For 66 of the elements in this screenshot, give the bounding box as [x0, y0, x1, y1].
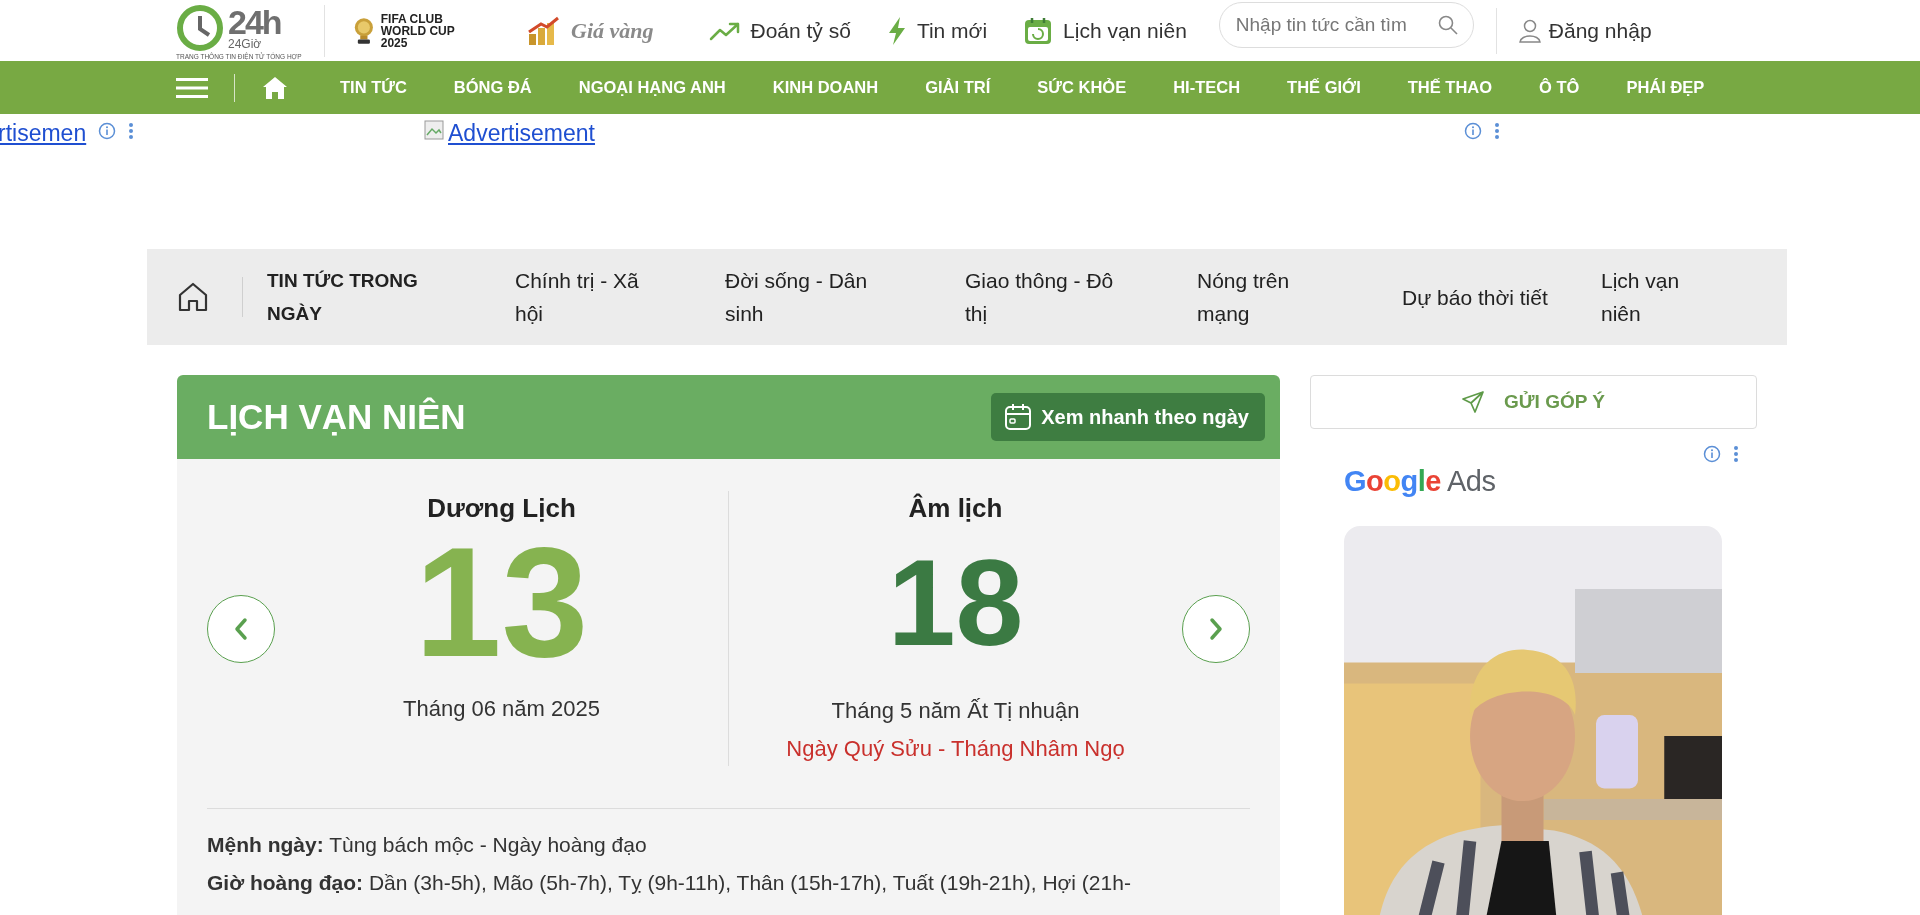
nav-link[interactable]: THẾ GIỚI [1287, 78, 1361, 97]
more-options-icon [128, 122, 135, 140]
clock-icon [176, 3, 224, 52]
calendar-heading: Âm lịch [908, 493, 1003, 524]
ad-link[interactable]: rtisemen [0, 120, 87, 147]
solar-month-year: Tháng 06 năm 2025 [403, 696, 600, 722]
nav-link[interactable]: TIN TỨC [340, 78, 407, 97]
calendar-icon [1023, 15, 1054, 46]
section-link[interactable]: Chính trị - Xã hội [515, 264, 711, 330]
nav-link[interactable]: PHÁI ĐẸP [1626, 78, 1705, 97]
nav-link[interactable]: Ô TÔ [1539, 78, 1580, 97]
logo-name: 24Giờ [228, 37, 263, 50]
chevron-left-icon [234, 616, 248, 641]
detail-line: Giờ hoàng đạo: Dần (3h-5h), Mão (5h-7h), Tỵ (9h-11h), Thân (15h-17h), Tuất (19h-21h), Hợi (21h- [207, 870, 1132, 896]
menu-button[interactable] [176, 77, 208, 98]
feedback-button[interactable]: GỬI GÓP Ý [1310, 375, 1757, 429]
trending-up-icon [708, 20, 741, 41]
nav-link[interactable]: THẾ THAO [1407, 78, 1493, 97]
section-link[interactable]: Dự báo thời tiết [1402, 280, 1598, 314]
header-link[interactable]: Lịch vạn niên [1023, 15, 1187, 46]
header-link[interactable]: Đoán tỷ số [708, 18, 851, 43]
nav-link[interactable]: GIẢI TRÍ [925, 78, 991, 97]
login-link[interactable]: Đăng nhập [1518, 18, 1652, 43]
header-link[interactable]: Tin mới [886, 15, 988, 46]
nav-link[interactable]: HI-TECH [1173, 78, 1241, 97]
logo-mark[interactable]: 24h [228, 5, 281, 38]
quick-view-button[interactable]: Xem nhanh theo ngày [991, 393, 1265, 441]
info-icon [1703, 445, 1721, 463]
lunar-day-number: 18 [887, 542, 1024, 673]
info-icon [1464, 122, 1482, 140]
search-icon [1437, 14, 1458, 35]
bar-chart-icon [527, 15, 561, 46]
nav-link[interactable]: NGOẠI HẠNG ANH [578, 78, 726, 97]
header-link[interactable]: FIFA CLUB WORLD CUP 2025 [353, 8, 483, 53]
nav-link[interactable]: BÓNG ĐÁ [453, 78, 532, 97]
nav-link[interactable]: SỨC KHỎE [1037, 78, 1127, 97]
home-icon [177, 282, 209, 312]
user-icon [1518, 18, 1541, 43]
nav-link[interactable]: KINH DOANH [772, 78, 879, 97]
detail-line: Mệnh ngày: Tùng bách mộc - Ngày hoàng đạo [207, 832, 648, 858]
lightning-icon [886, 15, 907, 46]
lunar-month-year: Tháng 5 năm Ất Tị nhuận [831, 698, 1080, 724]
section-link[interactable]: Lịch vạn niên [1601, 264, 1751, 330]
search-field[interactable]: Nhập tin tức cần tìm [1218, 1, 1474, 48]
home-button[interactable] [262, 75, 288, 100]
chevron-right-icon [1209, 616, 1223, 641]
header-link[interactable]: Giá vàng [527, 15, 654, 46]
section-link[interactable]: Giao thông - Đô thị [965, 264, 1161, 330]
ad-link[interactable]: Advertisement [448, 120, 595, 147]
lunar-day-name: Ngày Quý Sửu - Tháng Nhâm Ngọ [786, 736, 1125, 762]
home-icon [262, 75, 288, 100]
paper-plane-icon [1462, 391, 1485, 413]
menu-icon [176, 77, 208, 98]
calendar-icon [1003, 402, 1034, 432]
more-options-icon [1494, 122, 1500, 140]
ad-brand: Google Ads [1344, 465, 1497, 498]
broken-image-icon [424, 120, 444, 140]
home-link[interactable] [177, 282, 209, 312]
more-options-icon [1733, 445, 1739, 463]
calendar-heading: Dương Lịch [427, 493, 576, 524]
section-link[interactable]: Nóng trên mạng [1197, 264, 1393, 330]
solar-day-number: 13 [414, 524, 589, 674]
info-icon [98, 122, 117, 140]
calendar-title: LỊCH VẠN NIÊN [207, 397, 466, 437]
section-link[interactable]: Đời sống - Dân sinh [725, 264, 921, 330]
section-title[interactable]: TIN TỨC TRONG NGÀY [267, 264, 515, 330]
